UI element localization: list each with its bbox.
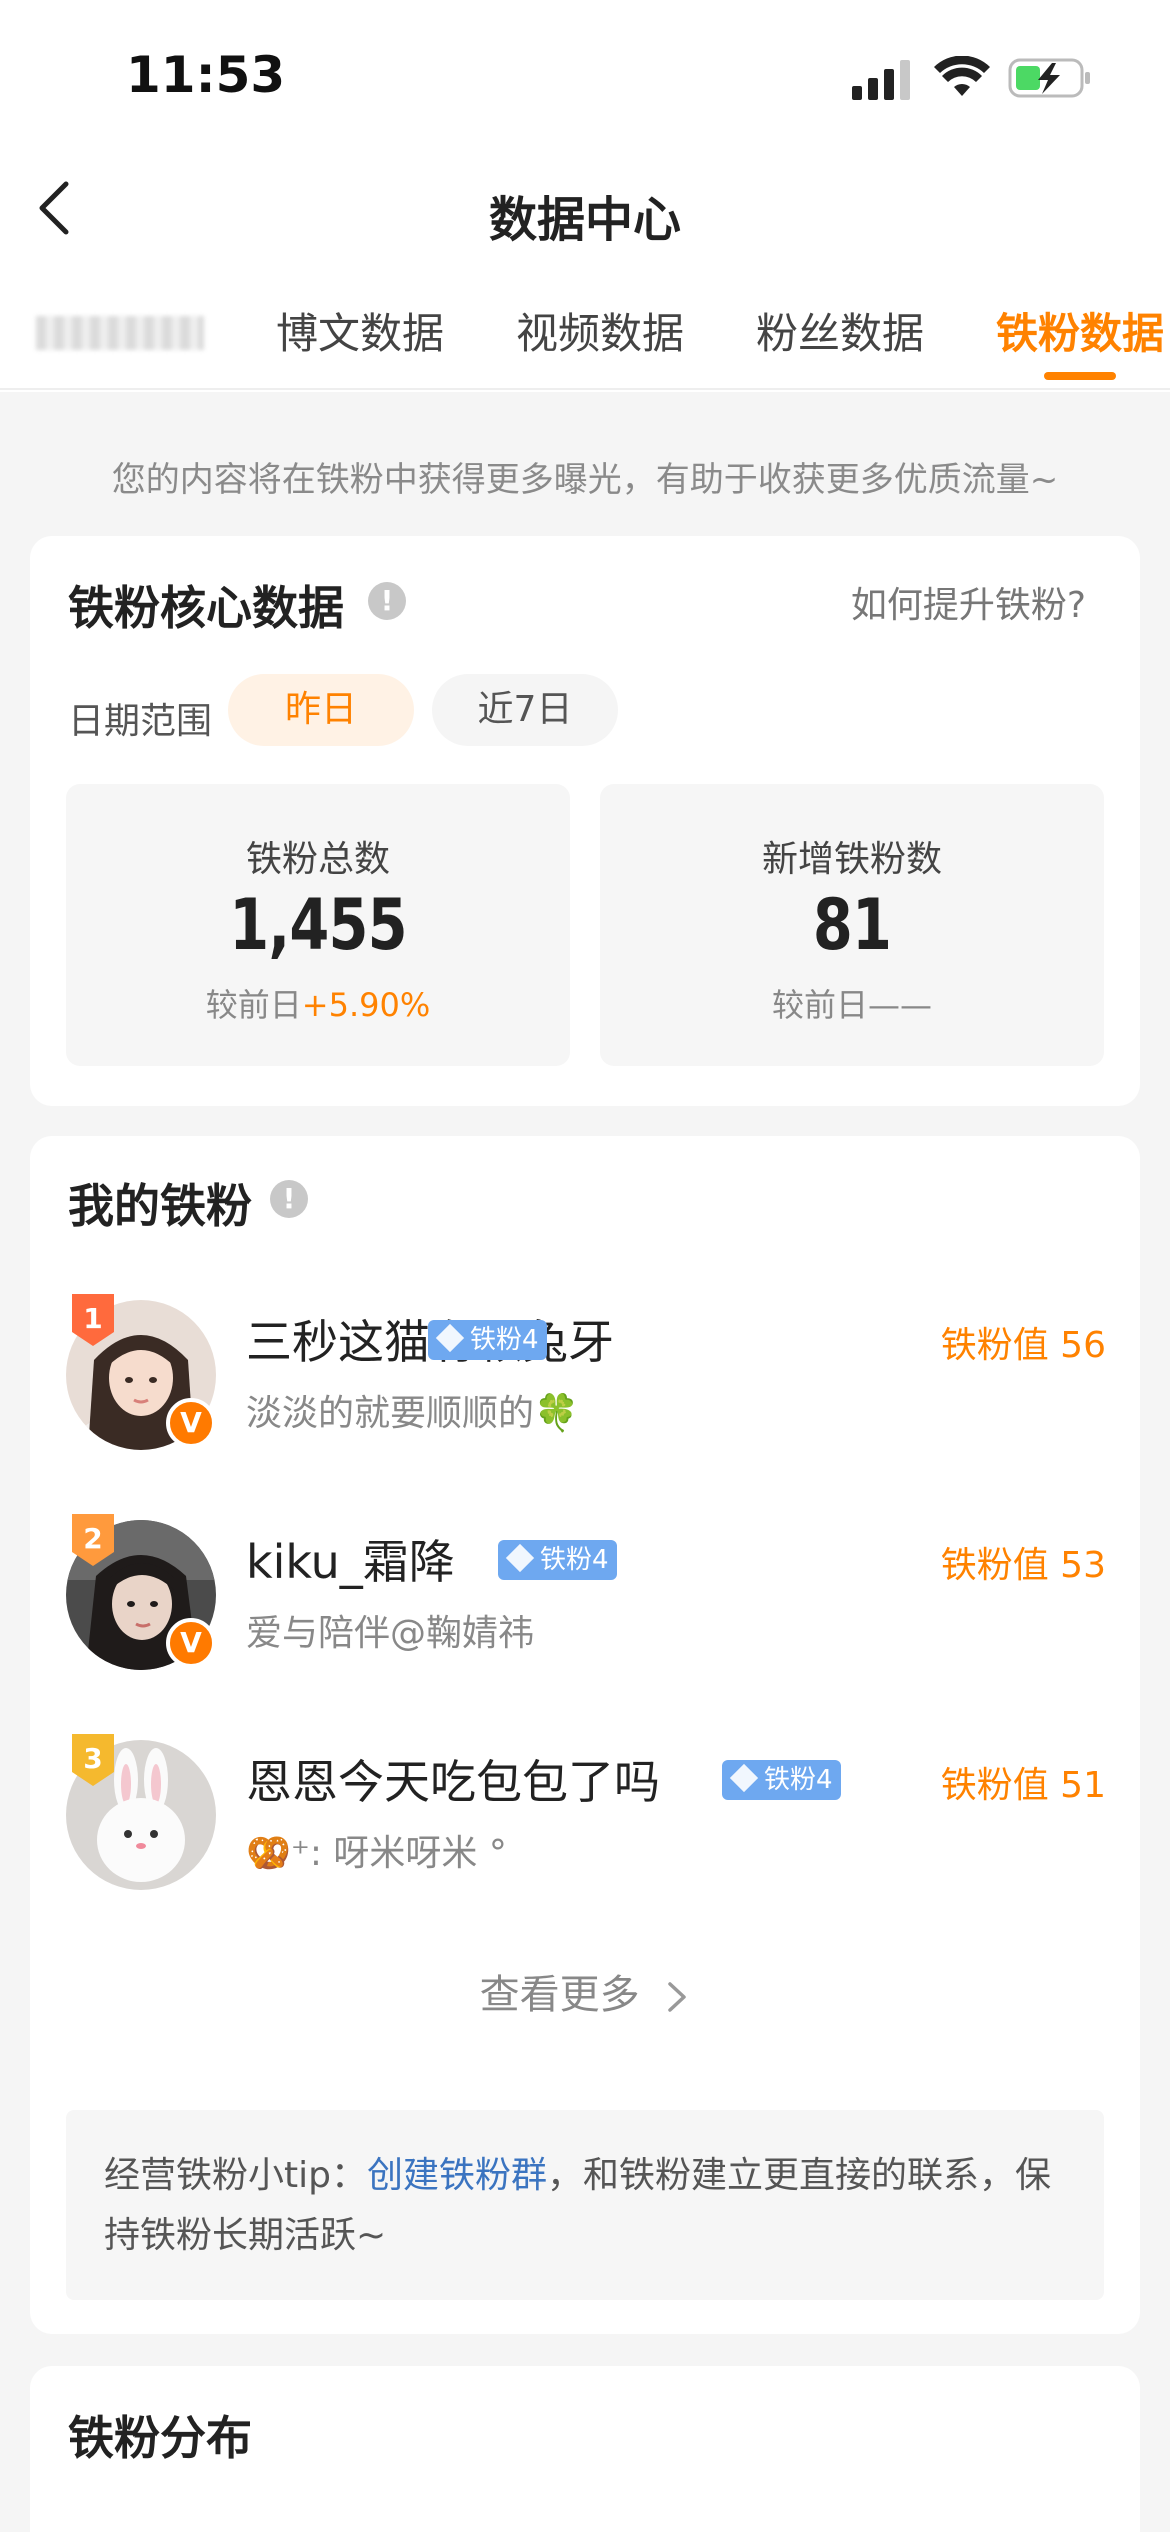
date-option-last-7-days[interactable]: 近7日 xyxy=(432,674,618,746)
cellular-signal-icon xyxy=(852,60,910,100)
stat-value: 1,455 xyxy=(229,884,407,966)
status-bar: 11:53 xyxy=(0,0,1170,150)
chevron-right-icon xyxy=(668,1982,687,2012)
tab-bar: 博文数据 视频数据 粉丝数据 铁粉数据 xyxy=(0,290,1170,390)
navigation-bar: 数据中心 xyxy=(0,160,1170,260)
distribution-title: 铁粉分布 xyxy=(68,2411,252,2465)
active-tab-indicator xyxy=(1044,372,1116,380)
stat-compare: 较前日—— xyxy=(771,986,932,1024)
rank-badge-icon: 2 xyxy=(72,1514,114,1566)
my-iron-fans-card: 我的铁粉 ! 1 V 三秒这猫有颗兔牙 铁粉4 铁粉值 56 淡淡的就要顺顺的🍀 xyxy=(30,1136,1140,2334)
iron-fan-level-badge: 铁粉4 xyxy=(498,1540,617,1580)
page-title: 数据中心 xyxy=(488,192,681,248)
rank-badge-icon: 1 xyxy=(72,1294,114,1346)
svg-text:1: 1 xyxy=(83,1302,102,1335)
stat-compare: 较前日+5.90% xyxy=(205,986,431,1024)
svg-text:3: 3 xyxy=(83,1742,102,1775)
stat-change: —— xyxy=(868,986,932,1024)
tab-blurred-placeholder[interactable] xyxy=(36,316,204,350)
iron-fan-value: 铁粉值 56 xyxy=(940,1325,1106,1366)
fan-bio: 淡淡的就要顺顺的🍀 xyxy=(246,1393,579,1434)
info-icon[interactable]: ! xyxy=(270,1180,308,1218)
status-time: 11:53 xyxy=(126,46,286,104)
how-to-improve-link[interactable]: 如何提升铁粉? xyxy=(851,576,1086,628)
stat-value: 81 xyxy=(812,884,892,966)
stat-new-iron-fans: 新增铁粉数 81 较前日—— xyxy=(600,784,1104,1066)
create-fan-group-link[interactable]: 创建铁粉群 xyxy=(367,2155,547,2196)
iron-fan-tip: 经营铁粉小tip：创建铁粉群，和铁粉建立更直接的联系，保持铁粉长期活跃~ xyxy=(66,2110,1104,2300)
iron-fan-level-badge: 铁粉4 xyxy=(428,1320,547,1360)
core-data-card: 铁粉核心数据 ! 如何提升铁粉? 日期范围 昨日 近7日 铁粉总数 1,455 … xyxy=(30,536,1140,1106)
diamond-icon xyxy=(729,1763,759,1793)
iron-fan-value: 铁粉值 51 xyxy=(940,1765,1106,1806)
iron-fan-value: 铁粉值 53 xyxy=(940,1545,1106,1586)
header-area: 11:53 数据中心 博文数据 视频数据 粉丝数据 铁粉数据 xyxy=(0,0,1170,392)
stat-total-iron-fans: 铁粉总数 1,455 较前日+5.90% xyxy=(66,784,570,1066)
fan-name[interactable]: 恩恩今天吃包包了吗 xyxy=(246,1746,660,1812)
fan-bio: 爱与陪伴@鞠婧祎 xyxy=(246,1613,535,1654)
date-range-label: 日期范围 xyxy=(68,701,213,742)
date-option-yesterday[interactable]: 昨日 xyxy=(228,674,414,746)
fan-bio: 🥨⁺: 呀米呀米 ° xyxy=(246,1833,507,1874)
stat-change: +5.90% xyxy=(301,986,431,1024)
diamond-icon xyxy=(435,1323,465,1353)
rank-badge-icon: 3 xyxy=(72,1734,114,1786)
battery-charging-icon xyxy=(1008,58,1090,98)
diamond-icon xyxy=(505,1543,535,1573)
stat-label: 新增铁粉数 xyxy=(761,839,942,880)
iron-fan-level-badge: 铁粉4 xyxy=(722,1760,841,1800)
info-icon[interactable]: ! xyxy=(368,582,406,620)
stat-label: 铁粉总数 xyxy=(245,839,390,880)
tab-iron-fans-data[interactable]: 铁粉数据 xyxy=(996,300,1164,361)
core-data-title: 铁粉核心数据 xyxy=(68,581,344,635)
iron-fans-distribution-card: 铁粉分布 xyxy=(30,2366,1140,2532)
fan-list-item[interactable]: 3 恩恩今天吃包包了吗 铁粉4 铁粉值 51 🥨⁺: 呀米呀米 ° xyxy=(66,1734,1106,1894)
hint-text: 您的内容将在铁粉中获得更多曝光，有助于收获更多优质流量~ xyxy=(111,460,1059,500)
my-iron-fans-title: 我的铁粉 xyxy=(68,1179,252,1233)
tab-fans-data[interactable]: 粉丝数据 xyxy=(756,300,924,361)
tab-post-data[interactable]: 博文数据 xyxy=(276,300,444,361)
fan-list-item[interactable]: 1 V 三秒这猫有颗兔牙 铁粉4 铁粉值 56 淡淡的就要顺顺的🍀 xyxy=(66,1294,1106,1454)
tip-prefix: 经营铁粉小tip： xyxy=(104,2155,367,2196)
tab-video-data[interactable]: 视频数据 xyxy=(516,300,684,361)
fan-name[interactable]: kiku_霜降 xyxy=(246,1526,455,1592)
verified-badge-icon: V xyxy=(166,1398,216,1448)
see-more-button[interactable]: 查看更多 xyxy=(30,1962,1140,2020)
wifi-icon xyxy=(934,56,990,96)
verified-badge-icon: V xyxy=(166,1618,216,1668)
svg-text:2: 2 xyxy=(83,1522,102,1555)
fan-list-item[interactable]: 2 V kiku_霜降 铁粉4 铁粉值 53 爱与陪伴@鞠婧祎 xyxy=(66,1514,1106,1674)
